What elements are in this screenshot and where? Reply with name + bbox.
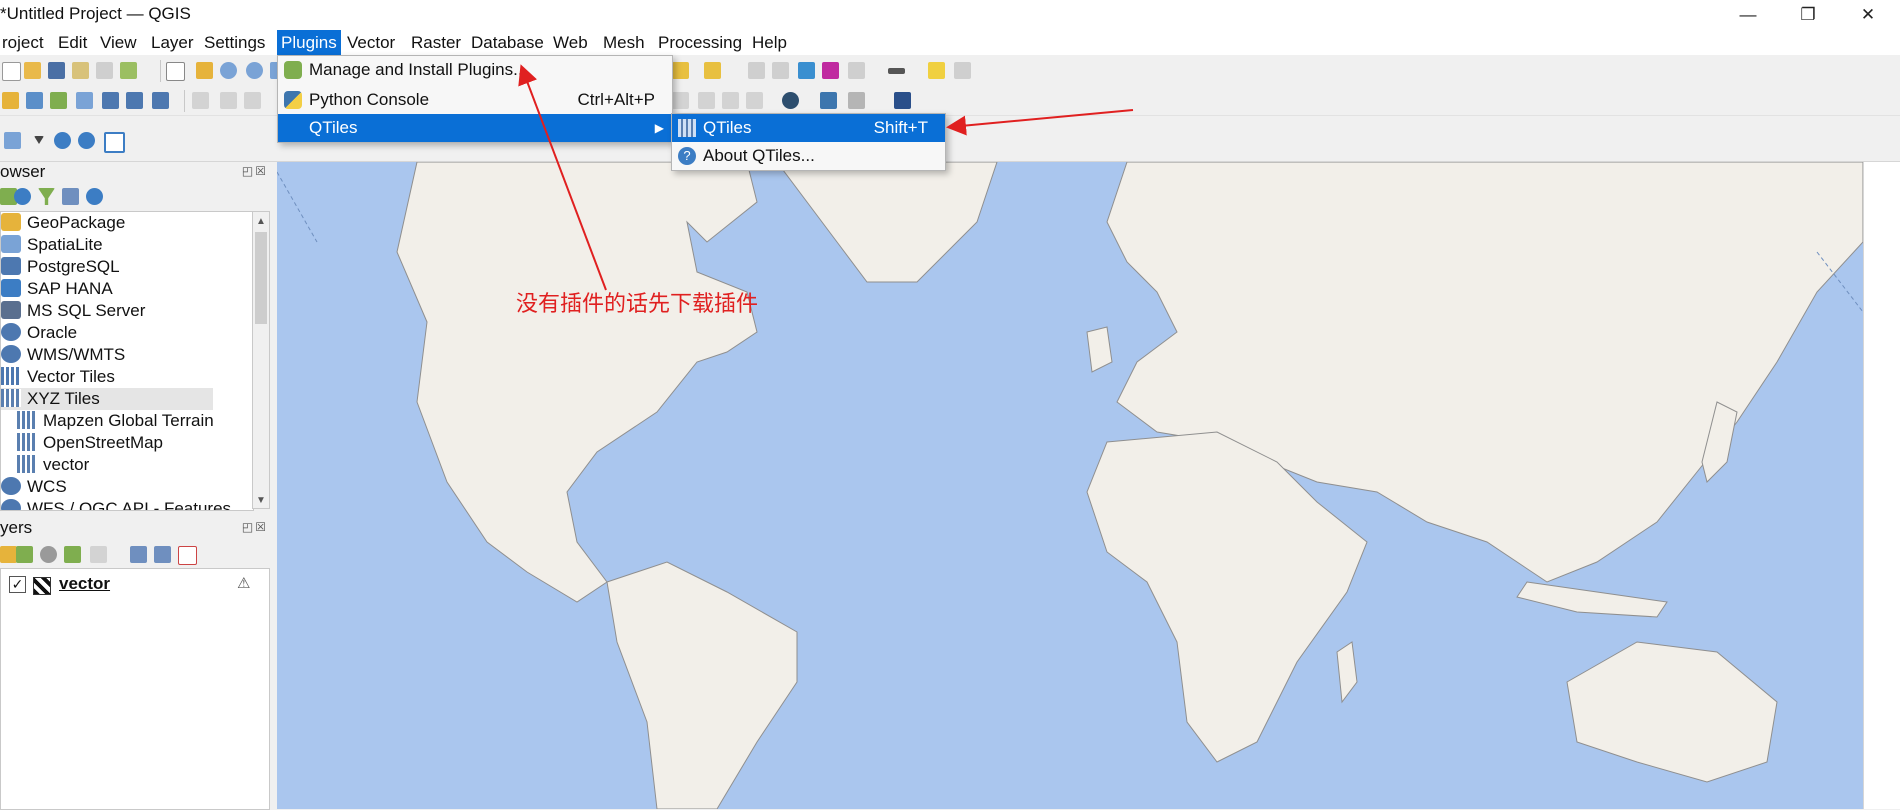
annotation-text: 没有插件的话先下载插件 [516,291,759,316]
annotation-overlay [518,64,1134,291]
annotation-arrow [946,109,1134,136]
annotation-arrow [518,64,607,291]
